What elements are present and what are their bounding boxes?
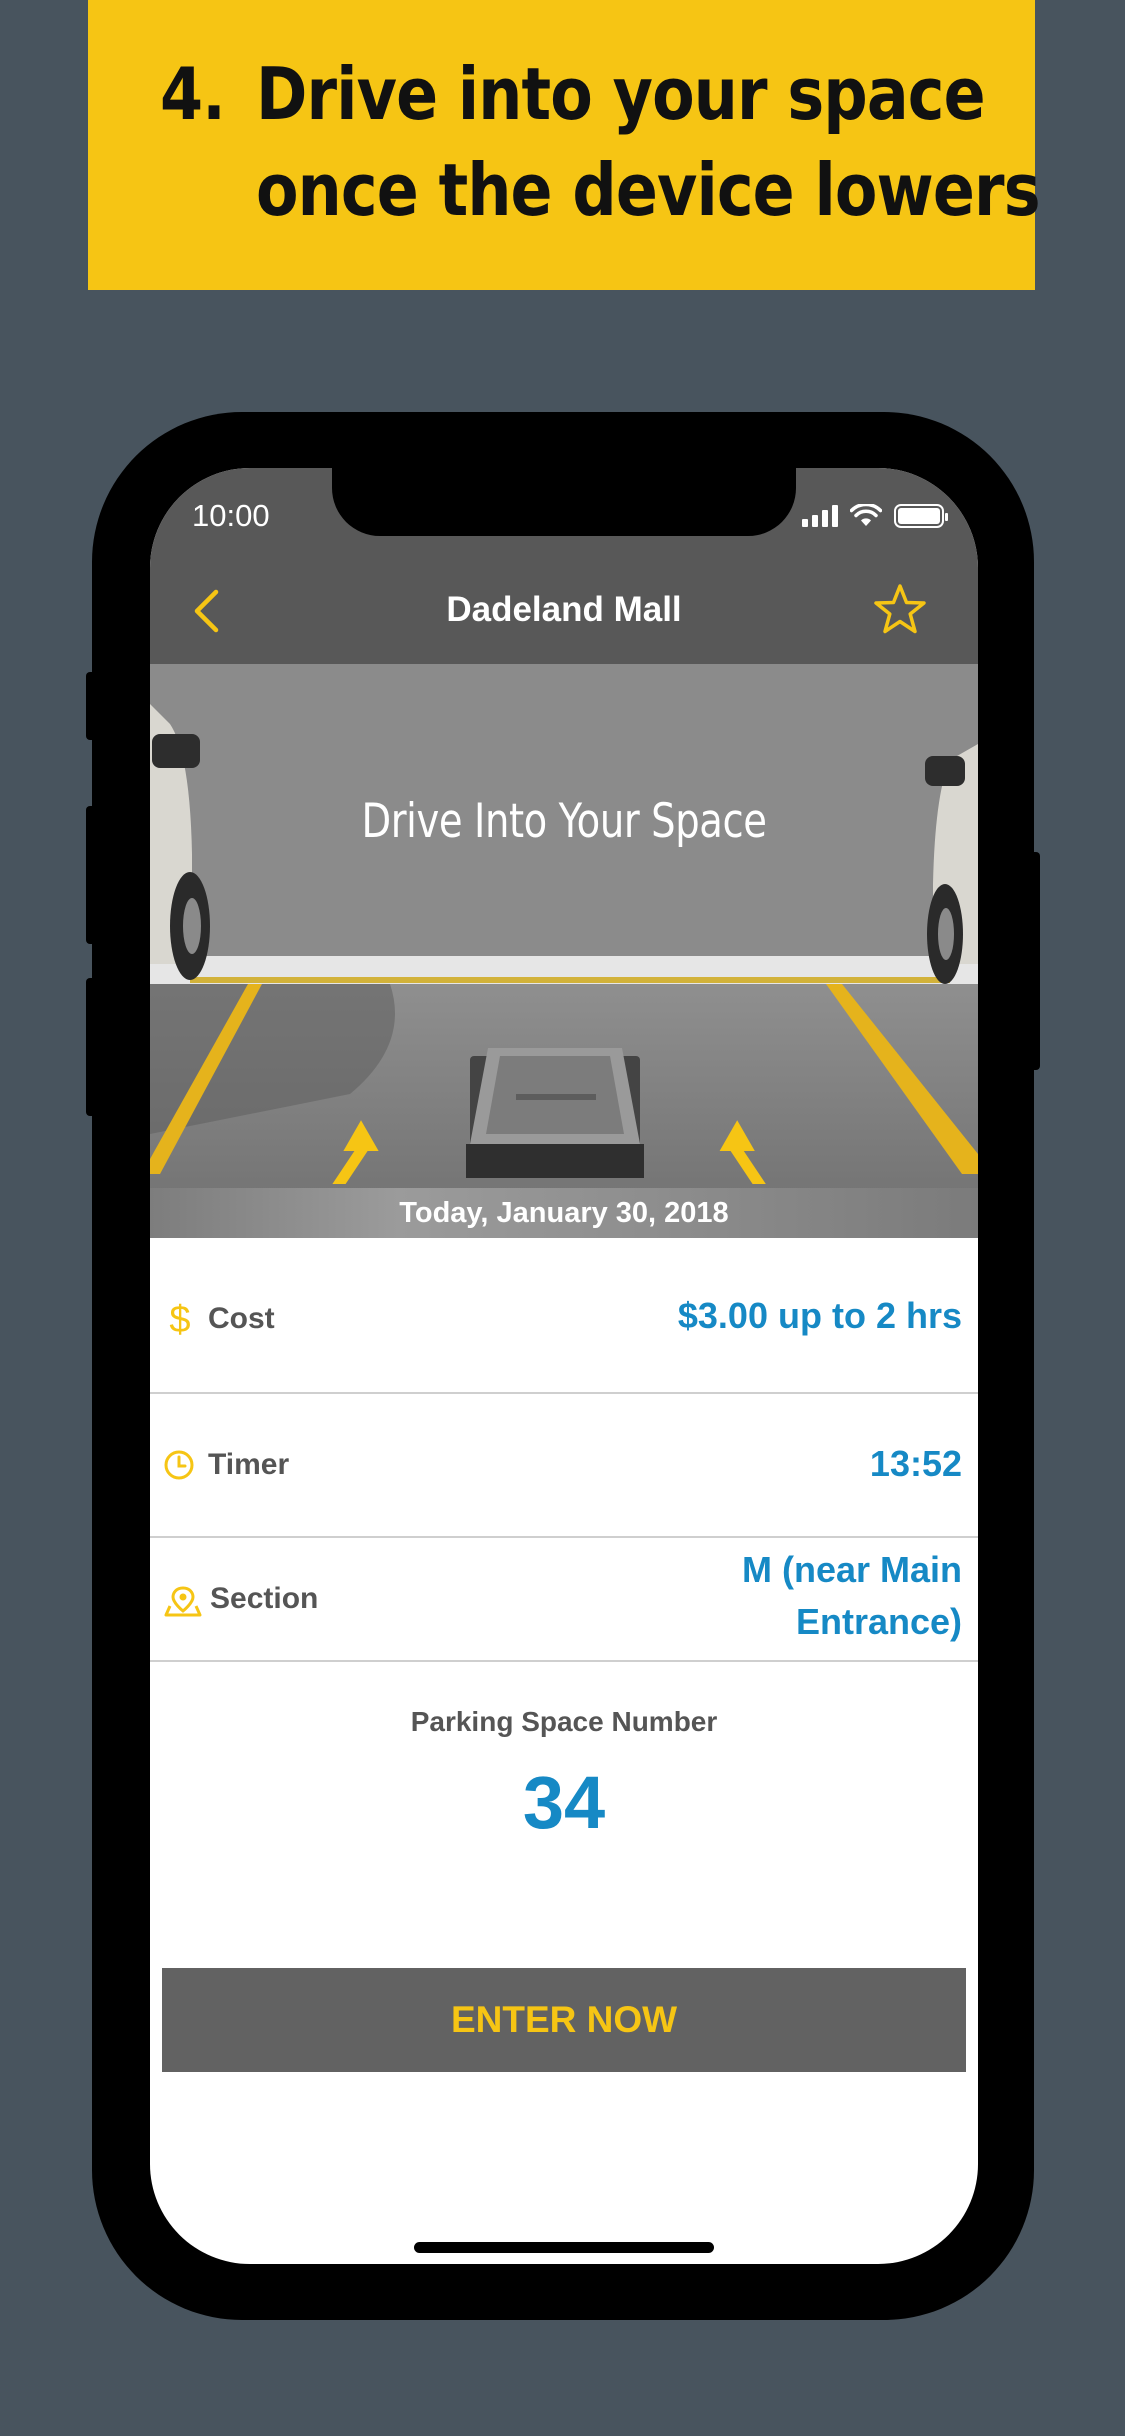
timer-label: Timer [208, 1448, 290, 1481]
parking-space-illustration [150, 664, 978, 1238]
enter-now-button[interactable]: ENTER NOW [162, 1968, 966, 2072]
cellular-signal-icon [802, 505, 838, 527]
clock-icon [164, 1450, 194, 1480]
promo-banner: 4. Drive into your space once the device… [88, 0, 1041, 290]
star-outline-icon [874, 584, 926, 634]
section-value-line2: Entrance) [795, 1601, 962, 1642]
favorite-button[interactable] [872, 582, 928, 638]
phone-notch [332, 468, 796, 536]
section-value-line1: M (near Main [741, 1549, 962, 1590]
banner-headline-line1: Drive into your space [256, 52, 986, 136]
status-time: 10:00 [192, 498, 270, 533]
page-title: Dadeland Mall [446, 590, 682, 629]
section-row: Section M (near Main Entrance) [150, 1538, 978, 1662]
home-indicator[interactable] [414, 2242, 714, 2253]
section-value: M (near Main Entrance) [742, 1544, 962, 1648]
svg-text:$: $ [169, 1299, 190, 1338]
section-label: Section [210, 1582, 319, 1615]
hero-caption: Drive Into Your Space [361, 794, 767, 849]
navigation-bar: 10:00 Dadeland Mall [150, 468, 978, 664]
cost-value: $3.00 up to 2 hrs [677, 1295, 962, 1336]
status-icons [802, 504, 948, 528]
timer-row: Timer 13:52 [150, 1394, 978, 1538]
parking-space-number: 34 [522, 1761, 606, 1844]
parking-space-label: Parking Space Number [410, 1706, 718, 1737]
wifi-icon [850, 504, 882, 526]
location-icon [164, 1586, 202, 1617]
phone-screen: 10:00 Dadeland Mall Drive Into Your Spac… [150, 468, 978, 2264]
cost-label: Cost [208, 1302, 275, 1335]
dollar-icon: $ [169, 1299, 190, 1338]
hero-image: Drive Into Your Space Today, January 30,… [150, 664, 978, 1238]
banner-headline-line2: once the device lowers [256, 148, 1041, 232]
cost-row: $ Cost $3.00 up to 2 hrs [150, 1238, 978, 1394]
date-label: Today, January 30, 2018 [150, 1188, 978, 1238]
timer-value: 13:52 [869, 1443, 962, 1484]
battery-icon [894, 504, 948, 528]
banner-step-number: 4. [160, 52, 226, 136]
